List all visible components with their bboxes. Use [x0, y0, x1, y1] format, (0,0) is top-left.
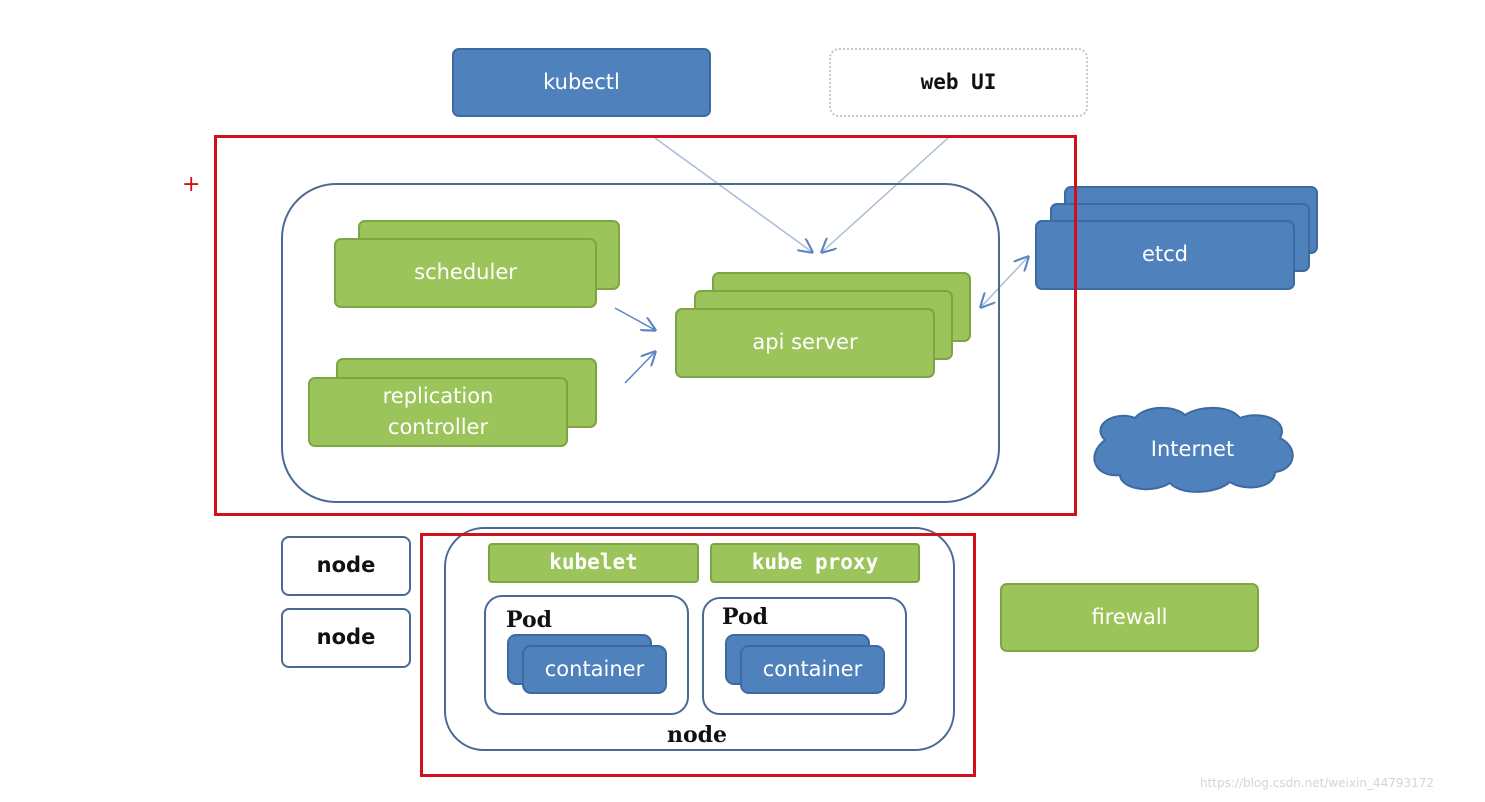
node-box-1: node	[281, 536, 411, 596]
node-1-label: node	[316, 553, 376, 578]
plus-marker: +	[182, 172, 201, 197]
firewall-box: firewall	[1000, 583, 1259, 652]
etcd-label: etcd	[1141, 242, 1189, 267]
watermark: https://blog.csdn.net/weixin_44793172	[1200, 776, 1435, 790]
master-highlight	[214, 135, 1077, 516]
web-ui-label: web UI	[920, 69, 997, 94]
kubectl-label: kubectl	[543, 69, 620, 94]
kubectl-box: kubectl	[452, 48, 711, 117]
firewall-label: firewall	[1091, 604, 1168, 629]
node-box-2: node	[281, 608, 411, 668]
node-2-label: node	[316, 625, 376, 650]
node-highlight	[420, 533, 976, 777]
internet-label: Internet	[1150, 437, 1235, 462]
web-ui-box: web UI	[829, 48, 1088, 117]
